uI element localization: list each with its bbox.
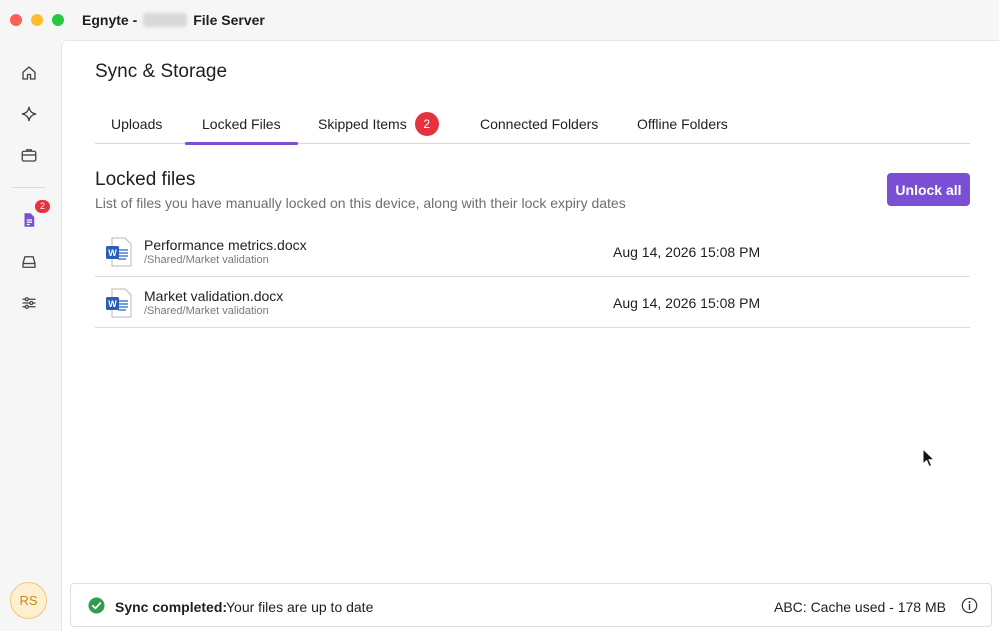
mouse-cursor-icon [922, 448, 936, 468]
redacted-server-name [143, 13, 188, 27]
page-title: Sync & Storage [95, 61, 228, 82]
tab-label: Locked Files [202, 115, 281, 132]
briefcase-icon [21, 149, 37, 162]
file-path: /Shared/Market validation [144, 254, 269, 266]
minimize-window-button[interactable] [31, 14, 43, 26]
section-title: Locked files [95, 169, 196, 190]
sidebar-item-sync-storage[interactable]: 2 [17, 200, 50, 232]
tab-locked-files[interactable]: Locked Files [185, 103, 298, 145]
window-title-suffix: File Server [193, 12, 265, 28]
lock-expiry-date: Aug 14, 2026 15:08 PM [613, 295, 761, 311]
tab-bar: Uploads Locked Files Skipped Items 2 Con… [95, 103, 970, 145]
file-name: Performance metrics.docx [144, 237, 307, 253]
sparkle-icon [21, 106, 37, 122]
tab-offline-folders[interactable]: Offline Folders [637, 103, 728, 144]
list-item[interactable]: W Performance metrics.docx /Shared/Marke… [95, 226, 970, 277]
document-icon [24, 213, 35, 227]
locked-files-list: W Performance metrics.docx /Shared/Marke… [95, 226, 970, 328]
word-document-icon: W [106, 288, 132, 318]
file-name: Market validation.docx [144, 288, 284, 304]
drive-icon [22, 256, 36, 268]
sync-status-text: Your files are up to date [226, 599, 374, 615]
main-panel: Sync & Storage Uploads Locked Files Skip… [61, 40, 999, 631]
sidebar-divider [12, 187, 45, 188]
window-title: Egnyte - File Server [82, 12, 265, 28]
info-icon[interactable] [961, 597, 978, 614]
zoom-window-button[interactable] [52, 14, 64, 26]
sidebar-item-home[interactable] [17, 61, 41, 85]
window-title-prefix: Egnyte - [82, 12, 138, 28]
tab-label: Uploads [111, 115, 163, 132]
sidebar-badge: 2 [35, 200, 50, 213]
sidebar-item-drive[interactable] [17, 250, 41, 274]
cache-usage: ABC: Cache used - 178 MB [774, 599, 946, 615]
title-bar: Egnyte - File Server [0, 0, 999, 40]
home-icon [22, 66, 36, 80]
sidebar: 2 RS [0, 40, 61, 631]
word-document-icon: W [106, 237, 132, 267]
status-bar: Sync completed: Your files are up to dat… [70, 583, 992, 627]
unlock-all-button[interactable]: Unlock all [887, 173, 970, 206]
lock-expiry-date: Aug 14, 2026 15:08 PM [613, 244, 761, 260]
svg-text:W: W [108, 299, 117, 309]
tab-label: Connected Folders [480, 115, 599, 132]
sidebar-item-settings[interactable] [17, 291, 41, 315]
tab-skipped-items[interactable]: Skipped Items 2 [318, 103, 439, 144]
tab-label: Skipped Items [318, 115, 407, 132]
tab-connected-folders[interactable]: Connected Folders [480, 103, 598, 144]
sidebar-item-ai[interactable] [17, 102, 41, 126]
sidebar-item-projects[interactable] [17, 143, 41, 167]
svg-text:W: W [108, 248, 117, 258]
sync-status-label: Sync completed: [115, 599, 228, 615]
skipped-count-badge: 2 [414, 111, 439, 136]
close-window-button[interactable] [10, 14, 22, 26]
window-controls [10, 14, 64, 26]
sliders-icon [22, 297, 36, 309]
tab-uploads[interactable]: Uploads [111, 103, 162, 144]
check-circle-icon [88, 597, 105, 614]
section-subtitle: List of files you have manually locked o… [95, 195, 626, 211]
avatar[interactable]: RS [10, 582, 47, 619]
list-item[interactable]: W Market validation.docx /Shared/Market … [95, 277, 970, 328]
tab-label: Offline Folders [637, 115, 728, 132]
file-path: /Shared/Market validation [144, 305, 269, 317]
